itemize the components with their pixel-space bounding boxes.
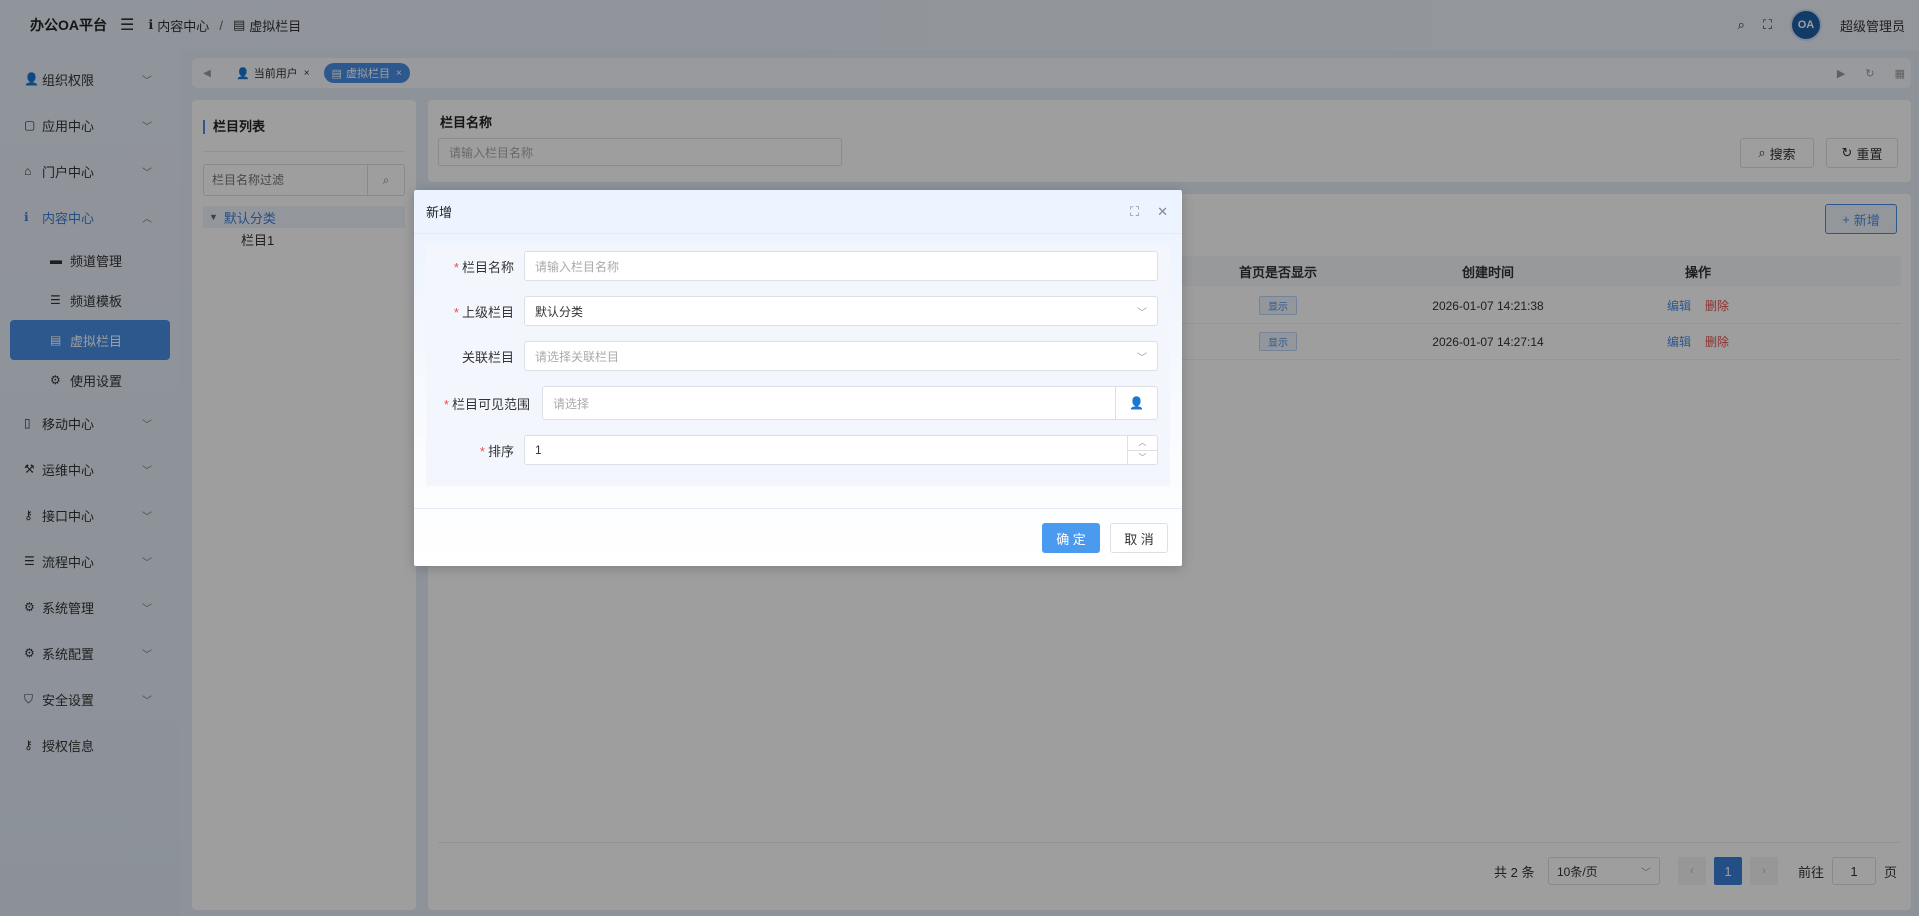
chevron-up-icon[interactable]: ︿ bbox=[1128, 436, 1157, 451]
required-mark: * bbox=[453, 259, 459, 275]
required-mark: * bbox=[443, 396, 449, 412]
field-label: * 排序 bbox=[480, 441, 514, 460]
form-row-related: 关联栏目 请选择关联栏目 ﹀ bbox=[426, 340, 1170, 372]
dialog-header-actions: ⛶ ✕ bbox=[1130, 190, 1168, 234]
cancel-button[interactable]: 取 消 bbox=[1110, 523, 1168, 553]
input-placeholder: 请选择 bbox=[553, 396, 590, 411]
required-mark: * bbox=[453, 304, 459, 320]
number-stepper: ︿ ﹀ bbox=[1127, 436, 1157, 464]
field-label-text: 排序 bbox=[487, 443, 514, 459]
form-row-parent: * 上级栏目 默认分类 ﹀ bbox=[426, 295, 1170, 327]
field-label: 关联栏目 bbox=[461, 349, 514, 365]
field-label-text: 上级栏目 bbox=[461, 304, 514, 320]
chevron-down-icon: ﹀ bbox=[1137, 352, 1147, 364]
parent-column-select[interactable]: 默认分类 ﹀ bbox=[524, 296, 1158, 326]
field-label-text: 栏目名称 bbox=[461, 259, 514, 275]
related-column-select[interactable]: 请选择关联栏目 ﹀ bbox=[524, 341, 1158, 371]
form-row-name: * 栏目名称 请输入栏目名称 bbox=[426, 250, 1170, 282]
confirm-button[interactable]: 确 定 bbox=[1042, 523, 1100, 553]
add-dialog: 新增 ⛶ ✕ * 栏目名称 请输入栏目名称 * 上级栏目 默认分类 ﹀ 关联栏目 请选… bbox=[414, 190, 1182, 566]
dialog-title: 新增 bbox=[426, 205, 453, 220]
chevron-down-icon: ﹀ bbox=[1137, 307, 1147, 319]
required-mark: * bbox=[479, 443, 485, 459]
column-name-input[interactable]: 请输入栏目名称 bbox=[524, 251, 1158, 281]
dialog-header: 新增 ⛶ ✕ bbox=[414, 190, 1182, 234]
form-row-visibility: * 栏目可见范围 请选择 👤 bbox=[426, 385, 1170, 421]
form-row-sort: * 排序 1 ︿ ﹀ bbox=[426, 434, 1170, 466]
select-value: 默认分类 bbox=[535, 304, 584, 319]
field-label: * 栏目可见范围 bbox=[444, 394, 530, 413]
select-placeholder: 请选择关联栏目 bbox=[535, 349, 620, 364]
visibility-scope-input[interactable]: 请选择 👤 bbox=[542, 386, 1158, 420]
chevron-down-icon[interactable]: ﹀ bbox=[1128, 451, 1157, 465]
dialog-form: * 栏目名称 请输入栏目名称 * 上级栏目 默认分类 ﹀ 关联栏目 请选择关联栏目 ﹀ … bbox=[426, 244, 1170, 486]
user-select-icon[interactable]: 👤 bbox=[1115, 387, 1157, 419]
input-value: 1 bbox=[535, 443, 542, 457]
dialog-footer: 确 定 取 消 bbox=[414, 508, 1182, 566]
field-label: * 栏目名称 bbox=[454, 257, 514, 276]
field-label-text: 栏目可见范围 bbox=[451, 396, 530, 412]
field-label: * 上级栏目 bbox=[454, 302, 514, 321]
maximize-icon[interactable]: ⛶ bbox=[1130, 204, 1139, 220]
sort-number-input[interactable]: 1 ︿ ﹀ bbox=[524, 435, 1158, 465]
close-icon[interactable]: ✕ bbox=[1157, 204, 1168, 220]
